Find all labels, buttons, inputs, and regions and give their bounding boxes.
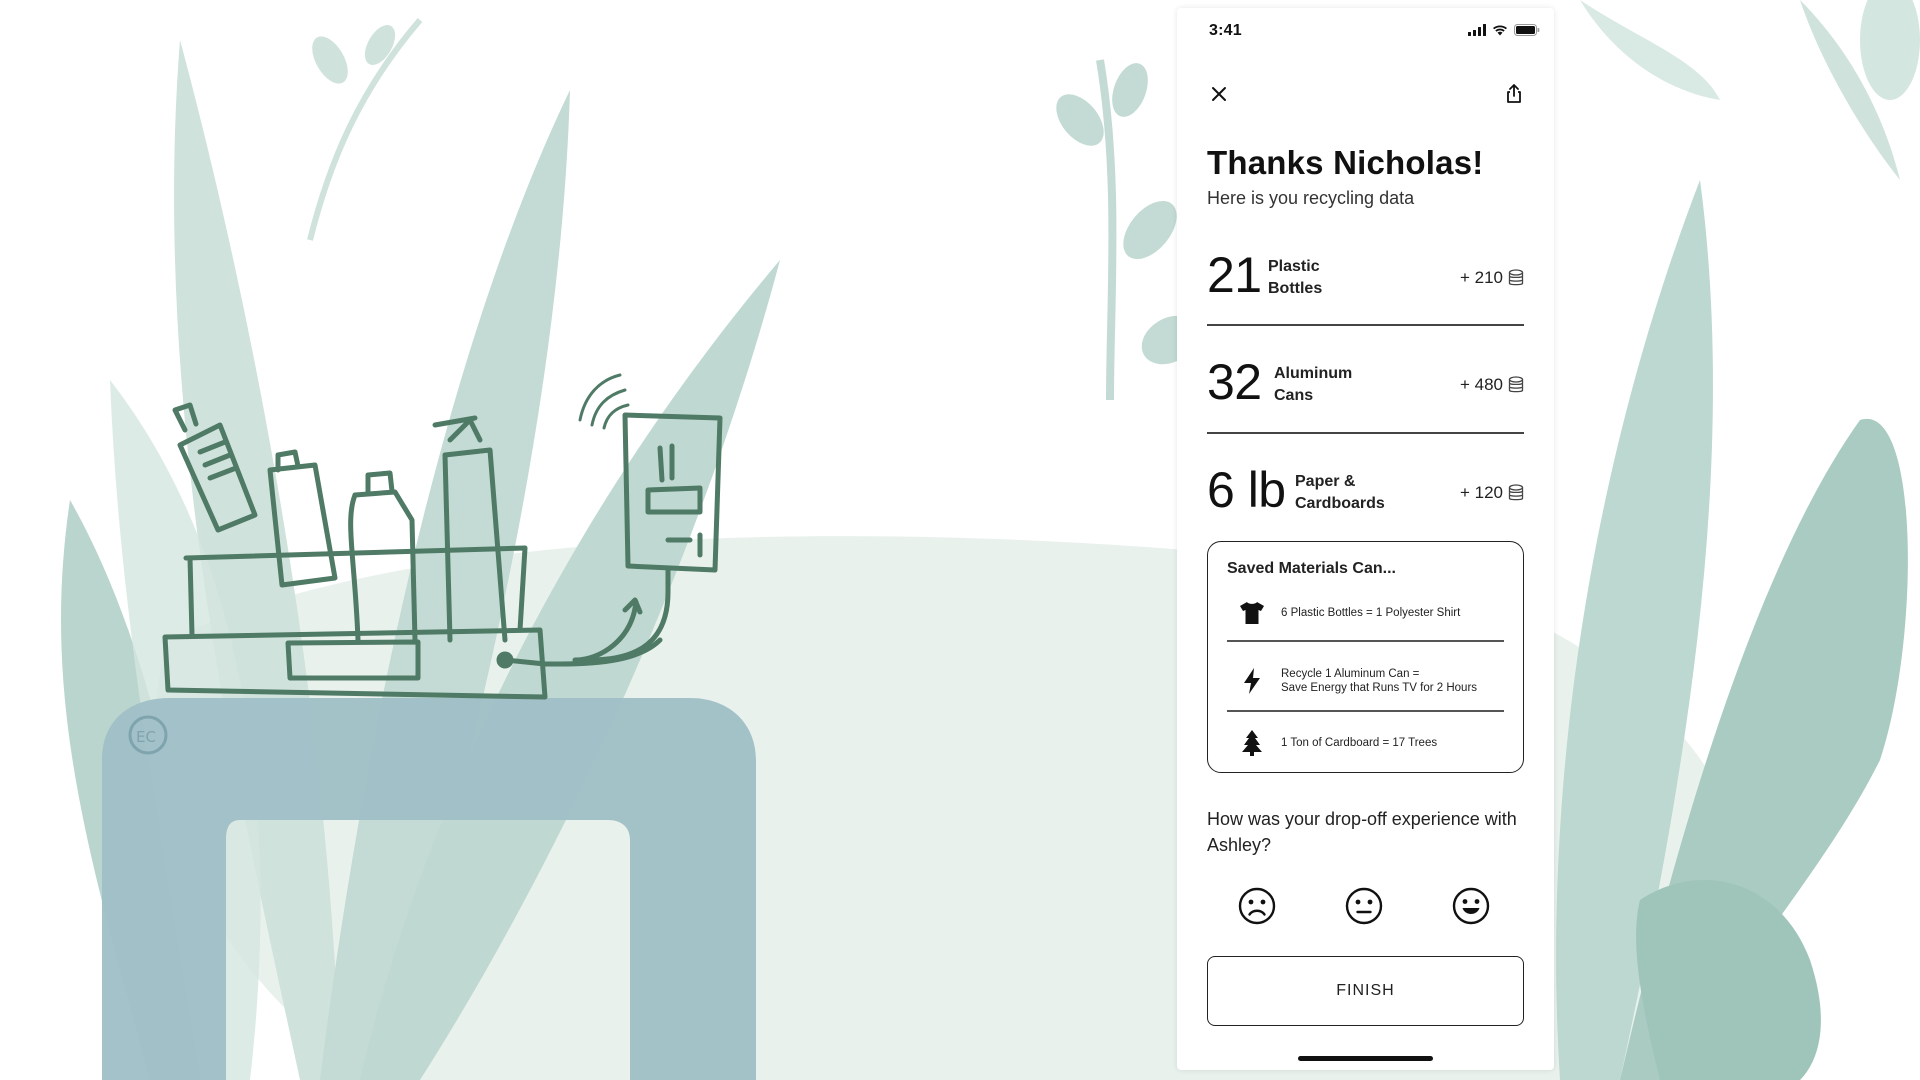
stat-label-line: Cardboards: [1295, 495, 1385, 512]
stat-points: + 210: [1460, 268, 1524, 288]
leaf: [1580, 0, 1720, 100]
shirt-icon: [1237, 598, 1267, 628]
stat-label: Aluminum Cans: [1274, 363, 1352, 407]
stat-points-value: + 120: [1459, 483, 1503, 502]
lightning-icon: [1237, 666, 1267, 696]
phone-screen: 3:41 Thanks Nicholas! Here is you recycl…: [1177, 8, 1554, 1070]
stat-label-line: Plastic: [1268, 258, 1320, 275]
close-button[interactable]: [1203, 78, 1235, 110]
stat-row-paper-cardboards: 6 lb Paper & Cardboards + 120: [1207, 451, 1524, 541]
saved-item-shirt: 6 Plastic Bottles = 1 Polyester Shirt: [1227, 586, 1504, 640]
sprig-stem: [1096, 59, 1117, 401]
saved-item-energy: Recycle 1 Aluminum Can = Save Energy tha…: [1227, 654, 1504, 708]
stand-logo-mark: EC: [136, 728, 156, 746]
sprig-leaf: [1112, 63, 1148, 117]
stat-label: Paper & Cardboards: [1295, 471, 1385, 515]
stat-points-value: + 210: [1459, 268, 1503, 287]
saved-item-line: 1 Ton of Cardboard = 17 Trees: [1281, 737, 1438, 749]
status-time: 3:41: [1209, 22, 1242, 39]
sprig-leaf: [312, 36, 348, 84]
share-button[interactable]: [1498, 78, 1530, 110]
home-indicator: [1298, 1056, 1433, 1061]
rating-sad-button[interactable]: [1233, 882, 1281, 930]
coins-icon: [1508, 269, 1524, 286]
neutral-face-icon: [1345, 887, 1383, 925]
saved-item-text: 6 Plastic Bottles = 1 Polyester Shirt: [1281, 586, 1503, 640]
divider: [1207, 324, 1524, 326]
saved-materials-title: Saved Materials Can...: [1227, 560, 1396, 577]
coins-icon: [1508, 484, 1524, 501]
signal-icon: [1468, 24, 1486, 36]
coins-icon: [1508, 376, 1524, 393]
stat-label-line: Aluminum: [1274, 365, 1353, 382]
divider: [1227, 640, 1504, 642]
stat-row-plastic-bottles: 21 Plastic Bottles + 210: [1207, 236, 1524, 326]
divider: [1227, 710, 1504, 712]
sad-face-icon: [1238, 887, 1276, 925]
sprig-leaf: [364, 25, 396, 65]
close-icon: [1212, 87, 1226, 101]
wifi-icon: [1493, 25, 1507, 36]
rating-neutral-button[interactable]: [1340, 882, 1388, 930]
stat-points: + 120: [1460, 483, 1524, 503]
happy-face-icon: [1452, 887, 1490, 925]
status-bar: 3:41: [1177, 8, 1554, 56]
stat-label-line: Cans: [1274, 387, 1314, 404]
saved-item-line: Save Energy that Runs TV for 2 Hours: [1281, 682, 1478, 694]
tree-icon: [1237, 728, 1267, 758]
share-icon: [1507, 84, 1521, 103]
stat-label: Plastic Bottles: [1268, 256, 1322, 300]
stat-points: + 480: [1460, 375, 1524, 395]
saved-materials-card: Saved Materials Can... 6 Plastic Bottles…: [1207, 541, 1524, 773]
page-subtitle: Here is you recycling data: [1207, 188, 1415, 208]
stat-number: 21: [1207, 247, 1262, 303]
leaf: [1860, 0, 1920, 100]
leaf: [1636, 880, 1821, 1080]
saved-item-trees: 1 Ton of Cardboard = 17 Trees: [1227, 716, 1504, 770]
saved-item-line: 6 Plastic Bottles = 1 Polyester Shirt: [1281, 607, 1461, 619]
stat-label-line: Bottles: [1268, 280, 1323, 297]
stat-points-value: + 480: [1459, 375, 1503, 394]
status-icons: [1468, 24, 1540, 36]
stat-label-line: Paper &: [1295, 473, 1356, 490]
finish-button[interactable]: FINISH: [1207, 956, 1524, 1026]
divider: [1207, 432, 1524, 434]
stat-number: 32: [1207, 354, 1262, 410]
saved-item-line: Recycle 1 Aluminum Can =: [1281, 668, 1420, 680]
stat-row-aluminum-cans: 32 Aluminum Cans + 480: [1207, 343, 1524, 433]
saved-item-text: 1 Ton of Cardboard = 17 Trees: [1281, 716, 1503, 770]
saved-item-text: Recycle 1 Aluminum Can = Save Energy tha…: [1281, 654, 1503, 708]
page-title: Thanks Nicholas!: [1207, 144, 1484, 181]
rating-happy-button[interactable]: [1447, 882, 1495, 930]
feedback-question: How was your drop-off experience with As…: [1207, 809, 1517, 855]
background-illustration: EC: [61, 0, 1920, 1080]
stat-number: 6 lb: [1207, 462, 1286, 518]
battery-icon: [1514, 24, 1540, 36]
rating-options: [1207, 882, 1524, 936]
